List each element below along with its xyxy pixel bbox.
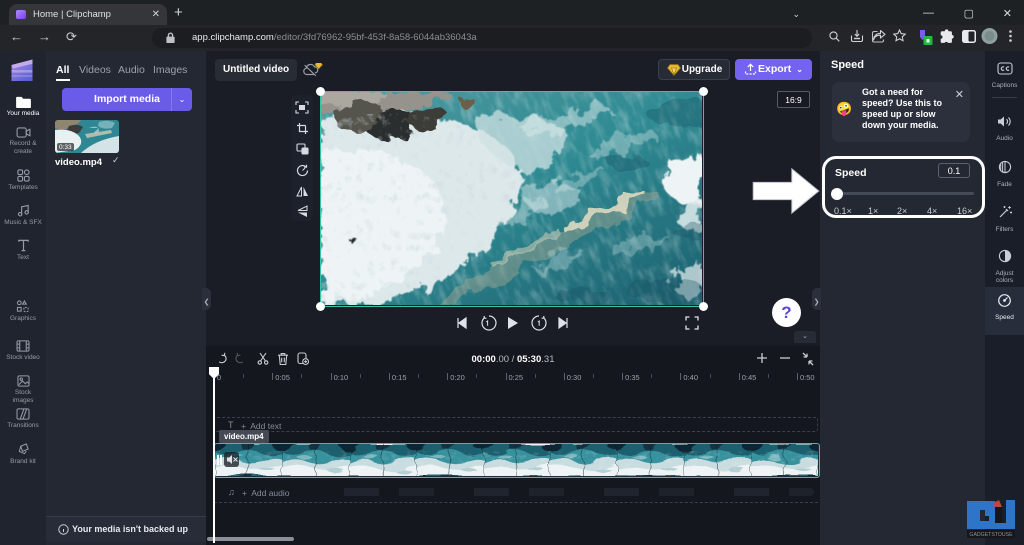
svg-text:GADGETSTOUSE: GADGETSTOUSE: [969, 532, 1013, 538]
